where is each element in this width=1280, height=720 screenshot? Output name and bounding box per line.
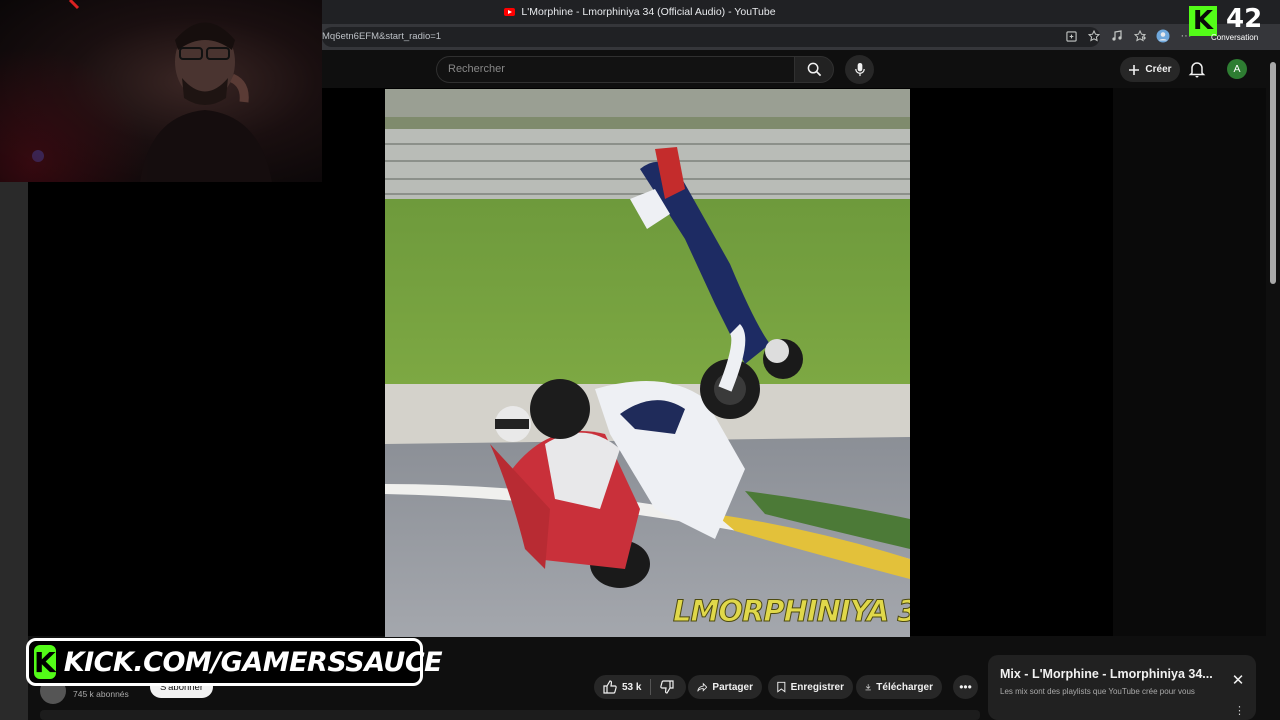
video-frame[interactable]: LMORPHINIYA 34: [385, 89, 910, 637]
notifications-bell-icon[interactable]: [1188, 60, 1206, 78]
url-text: Mq6etn6EFM&start_radio=1: [322, 31, 442, 42]
player-side-area: [1113, 88, 1266, 636]
motorcycle-crash-thumbnail: [385, 89, 910, 637]
scrollbar-thumb[interactable]: [1270, 62, 1276, 284]
share-label: Partager: [712, 681, 753, 693]
mix-subtitle: Les mix sont des playlists que YouTube c…: [1000, 687, 1195, 696]
close-icon[interactable]: ✕: [1230, 673, 1246, 689]
thumbs-up-icon[interactable]: [603, 680, 617, 694]
like-count[interactable]: 53 k: [622, 682, 641, 693]
search-button[interactable]: [794, 56, 834, 83]
search-placeholder: Rechercher: [448, 63, 505, 75]
create-button[interactable]: Créer: [1120, 57, 1180, 82]
share-icon: [697, 682, 708, 692]
subscriber-count: 745 k abonnés: [73, 689, 129, 699]
like-dislike-group: 53 k: [594, 675, 686, 699]
bookmark-star-icon[interactable]: [1087, 29, 1101, 43]
webcam-glow: [0, 0, 322, 182]
plus-icon: [1129, 64, 1140, 75]
voice-search-button[interactable]: [845, 55, 874, 84]
viewer-label: Conversation: [1211, 33, 1259, 42]
more-horizontal-icon: •••: [959, 680, 972, 694]
browser-extension-icons: ···: [1064, 29, 1193, 43]
kick-logo-icon: K: [32, 643, 58, 681]
favorites-icon[interactable]: [1133, 29, 1147, 43]
microphone-icon: [854, 62, 865, 77]
more-vertical-icon[interactable]: ⋮: [1234, 704, 1245, 717]
music-extension-icon[interactable]: [1110, 29, 1124, 43]
streamer-webcam: [0, 0, 322, 182]
kick-logo-icon: K: [1189, 6, 1217, 36]
thumbs-down-icon[interactable]: [660, 680, 675, 694]
save-button[interactable]: Enregistrer: [768, 675, 853, 699]
download-label: Télécharger: [876, 681, 933, 693]
page-scrollbar[interactable]: [1266, 50, 1280, 720]
divider: [650, 679, 652, 695]
create-label: Créer: [1145, 64, 1172, 75]
account-avatar[interactable]: A: [1227, 59, 1247, 79]
profile-extension-icon[interactable]: [1156, 29, 1170, 43]
kick-channel-banner: K KICK.COM/GAMERSSAUCE: [26, 638, 443, 686]
more-actions-button[interactable]: •••: [953, 675, 978, 699]
mix-playlist-card[interactable]: Mix - L'Morphine - Lmorphiniya 34... Les…: [988, 655, 1256, 720]
search-icon: [807, 62, 821, 77]
viewer-count: 42: [1226, 4, 1263, 34]
screen: L'Morphine - Lmorphiniya 34 (Official Au…: [0, 0, 1280, 720]
kick-url: KICK.COM/GAMERSSAUCE: [63, 646, 443, 678]
video-watermark: LMORPHINIYA 34: [673, 594, 910, 629]
address-bar[interactable]: Mq6etn6EFM&start_radio=1: [322, 27, 1100, 47]
share-button[interactable]: Partager: [688, 675, 762, 699]
youtube-favicon-icon: [504, 8, 516, 16]
tab-title[interactable]: L'Morphine - Lmorphiniya 34 (Official Au…: [521, 6, 775, 18]
search-input[interactable]: Rechercher: [436, 56, 794, 83]
mix-title[interactable]: Mix - L'Morphine - Lmorphiniya 34...: [1000, 667, 1213, 681]
bookmark-icon: [777, 681, 786, 693]
kick-viewer-counter: K 42 Conversation: [1186, 2, 1276, 44]
download-icon: [865, 684, 871, 691]
download-button[interactable]: Télécharger: [856, 675, 942, 699]
avatar-initial: A: [1233, 63, 1241, 75]
save-label: Enregistrer: [790, 681, 844, 693]
description-box-edge: [40, 710, 980, 720]
open-in-app-icon[interactable]: [1064, 29, 1078, 43]
